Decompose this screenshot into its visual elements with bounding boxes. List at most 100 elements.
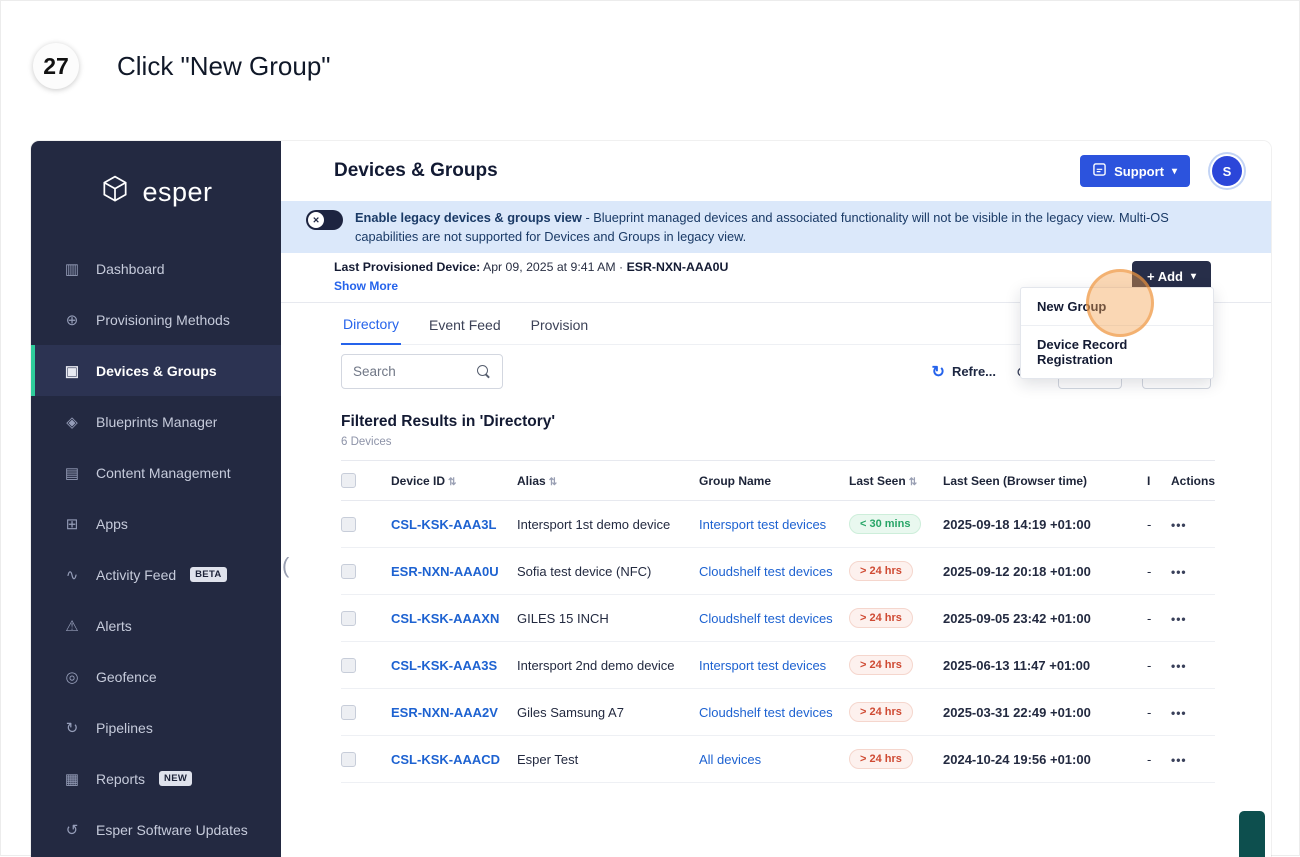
column-header-alias[interactable]: Alias ⇅ <box>517 460 699 502</box>
row-actions-button[interactable]: ••• <box>1171 706 1187 720</box>
sidebar-item-blueprints-manager[interactable]: ◈ Blueprints Manager <box>31 396 281 447</box>
main-panel: Devices & Groups Support ▾ S ✕ Enable le… <box>281 141 1271 857</box>
last-provisioned-device: Last Provisioned Device: Apr 09, 2025 at… <box>334 260 729 275</box>
row-checkbox[interactable] <box>341 751 356 767</box>
row-checkbox[interactable] <box>341 563 356 579</box>
menu-item-new-group[interactable]: New Group <box>1021 288 1213 325</box>
sidebar-item-content-management[interactable]: ▤ Content Management <box>31 447 281 498</box>
sort-icon: ⇅ <box>548 476 558 488</box>
results-count: 6 Devices <box>341 436 392 449</box>
esper-logo-text: esper <box>142 176 213 207</box>
group-link[interactable]: Intersport test devices <box>699 658 826 673</box>
tab-provision[interactable]: Provision <box>529 317 591 344</box>
sidebar: esper ▥ Dashboard ⊕ Provisioning Methods… <box>31 141 281 857</box>
search-input[interactable]: Search <box>341 354 503 390</box>
show-more-link[interactable]: Show More <box>334 279 398 293</box>
group-link[interactable]: Cloudshelf test devices <box>699 564 833 579</box>
esper-logo: esper <box>31 163 281 221</box>
column-header-device-id[interactable]: Device ID ⇅ <box>391 460 517 502</box>
sidebar-item-provisioning-methods[interactable]: ⊕ Provisioning Methods <box>31 294 281 345</box>
last-seen-badge: > 24 hrs <box>849 608 913 629</box>
device-id-link[interactable]: CSL-KSK-AAAXN <box>391 611 499 626</box>
row-checkbox[interactable] <box>341 610 356 626</box>
row-checkbox[interactable] <box>341 516 356 532</box>
sidebar-item-apps[interactable]: ⊞ Apps <box>31 498 281 549</box>
toggle-knob-icon: ✕ <box>308 212 324 228</box>
browser-time-cell: 2025-06-13 11:47 +01:00 <box>943 641 1147 690</box>
sidebar-nav: ▥ Dashboard ⊕ Provisioning Methods ▣ Dev… <box>31 243 281 855</box>
alias-cell: Giles Samsung A7 <box>517 688 699 737</box>
devices-table: Device ID ⇅ Alias ⇅ Group Name Last Seen ⇅ … <box>341 460 1215 784</box>
sidebar-item-reports[interactable]: ▦ Reports NEW <box>31 753 281 804</box>
row-actions-button[interactable]: ••• <box>1171 753 1187 767</box>
extra-cell: - <box>1147 641 1171 690</box>
last-seen-badge: < 30 mins <box>849 514 922 535</box>
support-icon <box>1093 163 1106 179</box>
table-row: CSL-KSK-AAACD Esper Test All devices > 2… <box>341 735 1215 784</box>
sidebar-item-geofence[interactable]: ◎ Geofence <box>31 651 281 702</box>
support-button[interactable]: Support ▾ <box>1080 155 1190 187</box>
extra-cell: - <box>1147 500 1171 549</box>
tab-event-feed[interactable]: Event Feed <box>427 317 503 344</box>
refresh-button[interactable]: ↻ Refre... <box>932 362 996 382</box>
row-actions-button[interactable]: ••• <box>1171 518 1187 532</box>
row-checkbox[interactable] <box>341 657 356 673</box>
dashboard-icon: ▥ <box>64 260 80 278</box>
sidebar-item-esper-software-updates[interactable]: ↺ Esper Software Updates <box>31 804 281 855</box>
sidebar-item-alerts[interactable]: ⚠ Alerts <box>31 600 281 651</box>
group-link[interactable]: Intersport test devices <box>699 517 826 532</box>
beta-badge: BETA <box>190 567 227 582</box>
select-all-checkbox[interactable] <box>341 473 356 489</box>
results-heading: Filtered Results in 'Directory' <box>341 413 556 431</box>
blueprints-icon: ◈ <box>66 413 78 431</box>
tab-directory[interactable]: Directory <box>341 316 402 346</box>
alias-cell: Sofia test device (NFC) <box>517 547 699 596</box>
device-id-link[interactable]: CSL-KSK-AAA3L <box>391 517 496 532</box>
table-header-row: Device ID ⇅ Alias ⇅ Group Name Last Seen ⇅ … <box>341 460 1215 502</box>
row-actions-button[interactable]: ••• <box>1171 565 1187 579</box>
chevron-down-icon: ▾ <box>1171 165 1177 177</box>
sidebar-item-pipelines[interactable]: ↻ Pipelines <box>31 702 281 753</box>
activity-feed-icon: ∿ <box>65 566 79 584</box>
device-id-link[interactable]: CSL-KSK-AAA3S <box>391 658 497 673</box>
column-header-last-seen[interactable]: Last Seen ⇅ <box>849 460 943 502</box>
browser-time-cell: 2025-09-05 23:42 +01:00 <box>943 594 1147 643</box>
device-id-link[interactable]: ESR-NXN-AAA2V <box>391 705 498 720</box>
device-id-link[interactable]: CSL-KSK-AAACD <box>391 752 500 767</box>
sidebar-collapse-handle[interactable]: ( <box>282 553 289 579</box>
pipelines-icon: ↻ <box>65 719 79 737</box>
geofence-icon: ◎ <box>65 668 79 686</box>
step-instruction: Click "New Group" <box>117 50 331 81</box>
group-link[interactable]: Cloudshelf test devices <box>699 705 833 720</box>
banner-text: Enable legacy devices & groups view - Bl… <box>355 210 1169 245</box>
feedback-tab[interactable] <box>1239 811 1265 857</box>
browser-time-cell: 2025-09-18 14:19 +01:00 <box>943 500 1147 549</box>
devices-groups-icon: ▣ <box>64 362 80 380</box>
group-link[interactable]: All devices <box>699 752 761 767</box>
sidebar-item-dashboard[interactable]: ▥ Dashboard <box>31 243 281 294</box>
sidebar-item-activity-feed[interactable]: ∿ Activity Feed BETA <box>31 549 281 600</box>
table-row: CSL-KSK-AAAXN GILES 15 INCH Cloudshelf t… <box>341 594 1215 643</box>
last-seen-badge: > 24 hrs <box>849 749 913 770</box>
device-id-link[interactable]: ESR-NXN-AAA0U <box>391 564 499 579</box>
row-actions-button[interactable]: ••• <box>1171 659 1187 673</box>
search-icon <box>477 364 491 379</box>
sidebar-item-devices-groups[interactable]: ▣ Devices & Groups <box>31 345 281 396</box>
row-checkbox[interactable] <box>341 704 356 720</box>
provisioning-methods-icon: ⊕ <box>65 311 79 329</box>
alias-cell: GILES 15 INCH <box>517 594 699 643</box>
legacy-view-toggle[interactable]: ✕ <box>306 210 343 230</box>
table-row: ESR-NXN-AAA0U Sofia test device (NFC) Cl… <box>341 547 1215 596</box>
column-header-truncated: I <box>1147 460 1171 502</box>
alias-cell: Intersport 2nd demo device <box>517 641 699 690</box>
app-window: esper ▥ Dashboard ⊕ Provisioning Methods… <box>31 141 1271 857</box>
row-actions-button[interactable]: ••• <box>1171 612 1187 626</box>
extra-cell: - <box>1147 547 1171 596</box>
avatar[interactable]: S <box>1212 156 1242 186</box>
group-link[interactable]: Cloudshelf test devices <box>699 611 833 626</box>
chevron-down-icon: ▾ <box>1190 271 1196 283</box>
menu-item-device-record-registration[interactable]: Device Record Registration <box>1021 325 1213 378</box>
main-header: Devices & Groups Support ▾ S <box>281 141 1271 201</box>
extra-cell: - <box>1147 594 1171 643</box>
reports-icon: ▦ <box>64 770 80 788</box>
